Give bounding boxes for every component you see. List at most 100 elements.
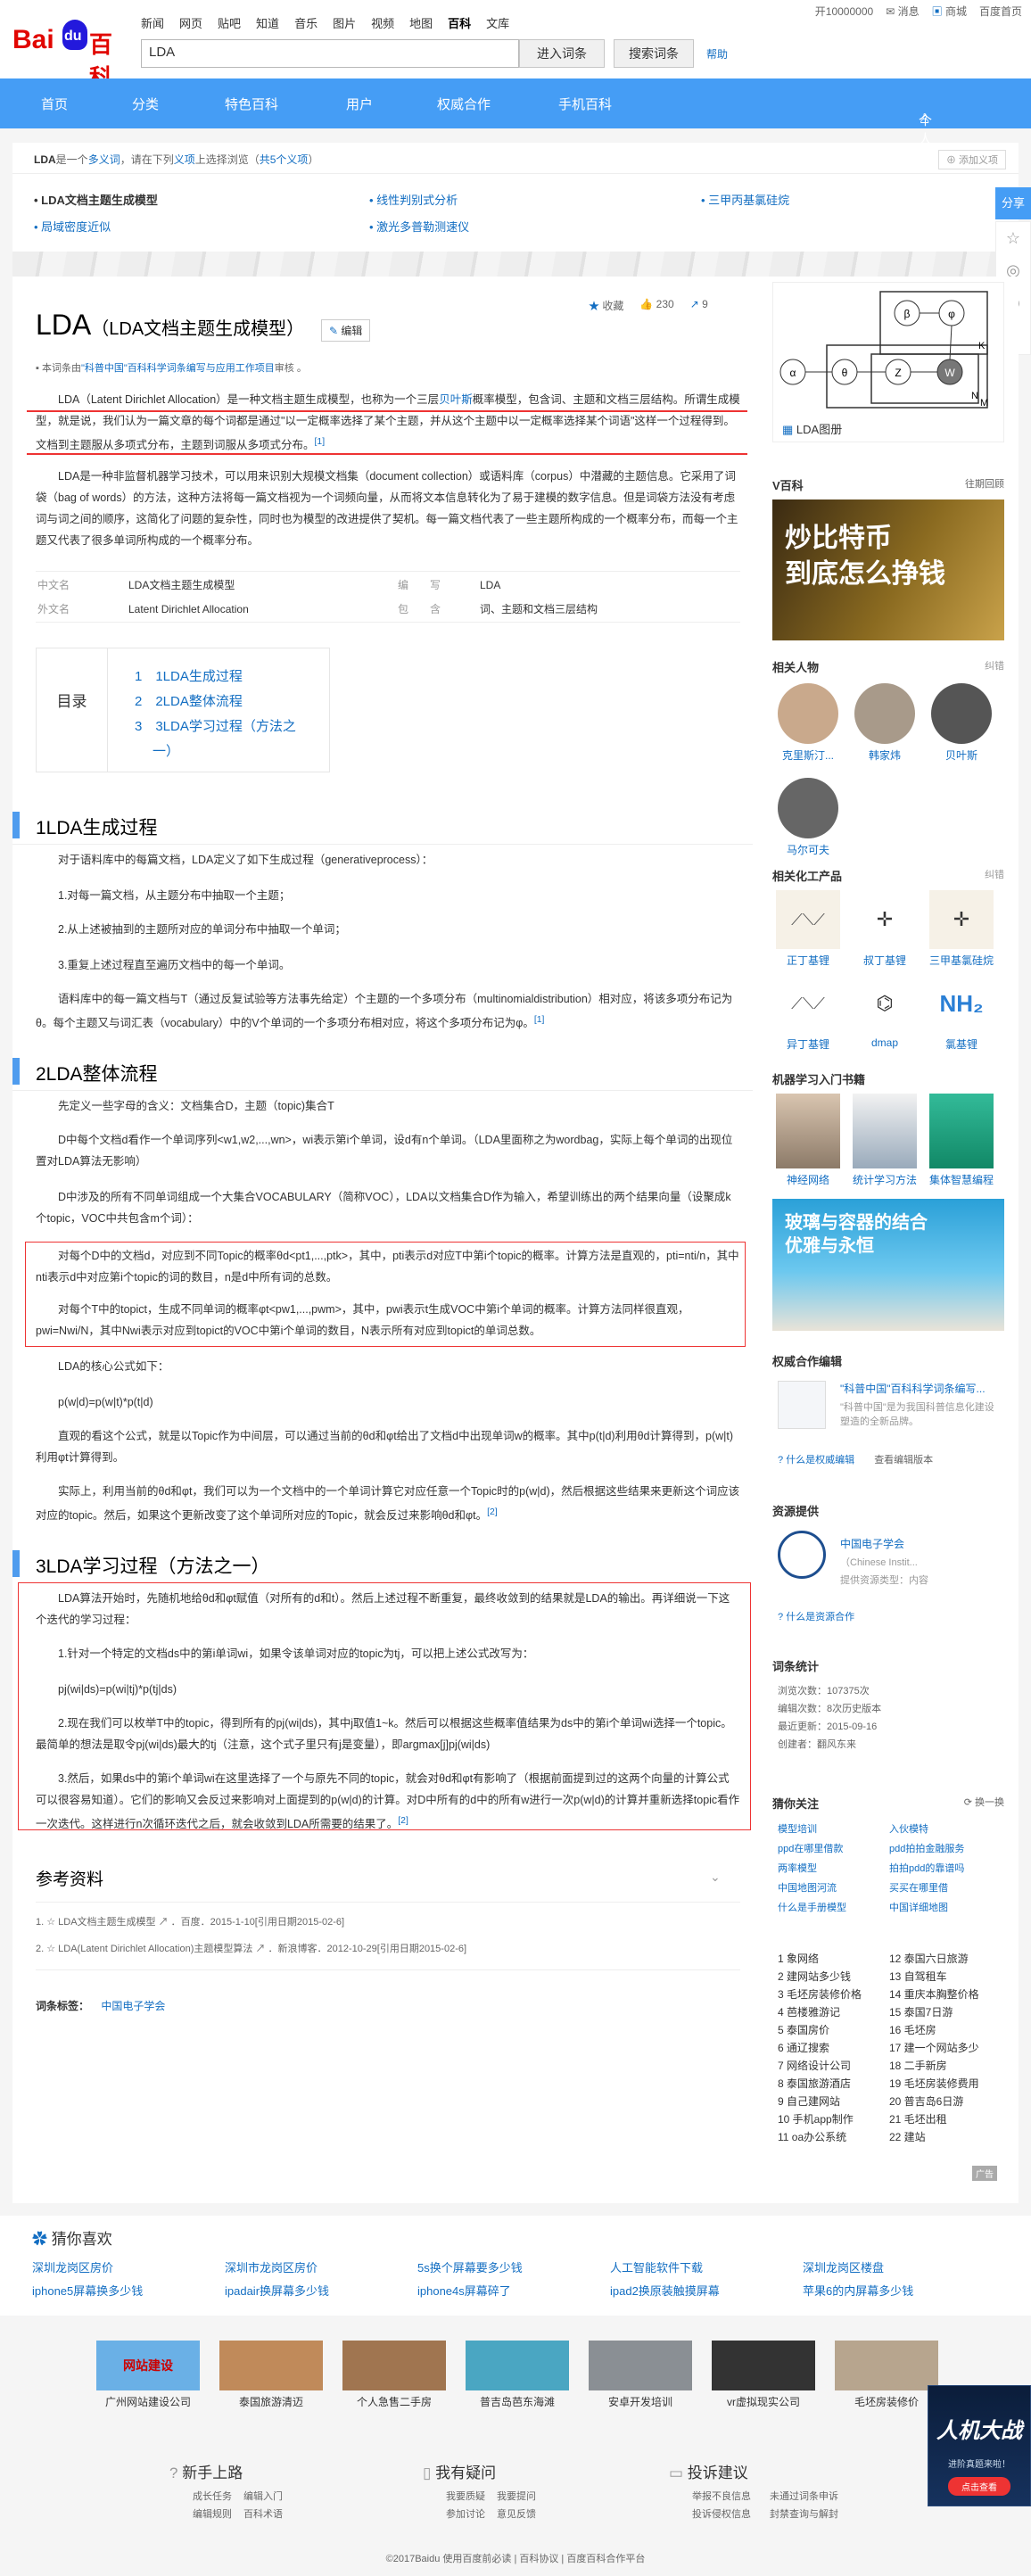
lda-diagram[interactable]: β φ α θ Z W K N M ▦ LDA图册 (772, 282, 1004, 442)
hot-item[interactable]: 中国详细地图 (889, 1898, 1001, 1918)
review-link[interactable]: "科普中国"百科科学词条编写与应用工作项目 (81, 363, 275, 374)
rank-item[interactable]: 9 自己建网站 (778, 2093, 889, 2110)
share-tab[interactable]: 分享 (995, 187, 1031, 219)
vbaike-banner[interactable]: 炒比特币 到底怎么挣钱 (772, 500, 1004, 640)
book-card[interactable]: 集体智慧编程 (926, 1094, 997, 1187)
report-link[interactable]: 纠错 (985, 867, 1004, 881)
ref-3-link[interactable]: [2] (398, 1816, 408, 1826)
help-link[interactable]: 百科术语 (243, 2506, 294, 2523)
rank-item[interactable]: 1 象网络 (778, 1950, 889, 1968)
pic-card[interactable]: vr虚拟现实公司 (712, 2341, 815, 2409)
reference-2[interactable]: 2. ☆ LDA(Latent Dirichlet Allocation)主题模… (36, 1941, 466, 1955)
chem-card[interactable]: ✛ 三甲基氯硅烷 (926, 890, 997, 968)
ref-1b-link[interactable]: [1] (534, 1015, 545, 1025)
all-senses-link[interactable]: 共5个义项 (260, 153, 309, 166)
hot-item[interactable]: 模型培训 (778, 1820, 889, 1839)
floating-ad[interactable]: 人机大战 进阶真题来啦！ 点击查看 (928, 2385, 1031, 2506)
guess-link[interactable]: iphone4s屏幕碎了 (417, 2280, 610, 2303)
guess-link[interactable]: ipad2换原装触摸屏幕 (610, 2280, 803, 2303)
menu-home[interactable]: 首页 (41, 95, 68, 113)
book-card[interactable]: 神经网络 (772, 1094, 844, 1187)
nav-wenku[interactable]: 文库 (486, 14, 509, 31)
rank-item[interactable]: 20 普吉岛6日游 (889, 2093, 1001, 2110)
menu-user[interactable]: 用户 (346, 95, 373, 113)
view-version-link[interactable]: 查看编辑版本 (874, 1452, 933, 1466)
menu-authority[interactable]: 权威合作 (437, 95, 491, 113)
help-link[interactable]: 投诉侵权信息 (692, 2506, 770, 2523)
rank-item[interactable]: 11 oa办公系统 (778, 2128, 889, 2146)
guess-link[interactable]: 5s换个屏幕要多少钱 (417, 2257, 610, 2280)
chem-card[interactable]: ✛ 叔丁基锂 (849, 890, 920, 968)
help-link[interactable]: 编辑规则 (193, 2506, 243, 2523)
rank-item[interactable]: 15 泰国7日游 (889, 2003, 1001, 2021)
hot-item[interactable]: 中国地图河流 (778, 1878, 889, 1898)
person-card[interactable]: 克里斯汀... (772, 683, 844, 763)
menu-category[interactable]: 分类 (132, 95, 159, 113)
ref-2-link[interactable]: [2] (487, 1507, 498, 1517)
nav-map[interactable]: 地图 (409, 14, 433, 31)
book-card[interactable]: 统计学习方法 (849, 1094, 920, 1187)
what-is-resource-link[interactable]: ? 什么是资源合作 (778, 1609, 854, 1623)
sense-item-density[interactable]: • 局域密度近似 (34, 218, 111, 235)
enter-entry-button[interactable]: 进入词条 (519, 39, 605, 68)
rank-item[interactable]: 12 泰国六日旅游 (889, 1950, 1001, 1968)
menu-mobile[interactable]: 手机百科 (558, 95, 612, 113)
sense-item-laser[interactable]: • 激光多普勒测速仪 (369, 218, 469, 235)
nav-web[interactable]: 网页 (179, 14, 202, 31)
help-link[interactable]: 参加讨论 (446, 2506, 497, 2523)
sense-link[interactable]: 义项 (174, 153, 195, 166)
share-count-button[interactable]: ↗ 9 (690, 298, 708, 313)
menu-featured[interactable]: 特色百科 (225, 95, 278, 113)
rank-item[interactable]: 3 毛坯房装修价格 (778, 1986, 889, 2003)
hot-item[interactable]: 拍拍pdd的靠谱吗 (889, 1859, 1001, 1878)
hot-item[interactable]: 什么是手册模型 (778, 1898, 889, 1918)
help-link[interactable]: 帮助 (706, 46, 728, 62)
pic-card[interactable]: 个人急售二手房 (342, 2341, 446, 2409)
float-ad-button[interactable]: 点击查看 (948, 2477, 1010, 2496)
stat-edits[interactable]: 编辑次数：8次历史版本 (778, 1700, 881, 1718)
rank-item[interactable]: 22 建站 (889, 2128, 1001, 2146)
pic-card[interactable]: 网站建设 广州网站建设公司 (96, 2341, 200, 2409)
baidu-home-link[interactable]: 百度首页 (979, 4, 1022, 19)
like-button[interactable]: 👍 230 (639, 298, 673, 313)
person-card[interactable]: 马尔可夫 (772, 778, 844, 857)
hot-item[interactable]: pdd拍拍金融服务 (889, 1839, 1001, 1859)
rank-item[interactable]: 5 泰国房价 (778, 2021, 889, 2039)
guess-link[interactable]: 深圳市龙岗区房价 (225, 2257, 417, 2280)
rank-item[interactable]: 8 泰国旅游酒店 (778, 2075, 889, 2093)
hot-item[interactable]: 两率模型 (778, 1859, 889, 1878)
auth-name-link[interactable]: "科普中国"百科科学词条编写... (840, 1383, 986, 1395)
message-link[interactable]: ✉ 消息 (886, 4, 919, 19)
help-link[interactable]: 我要提问 (497, 2488, 548, 2506)
hot-item[interactable]: 入伙模特 (889, 1820, 1001, 1839)
help-link[interactable]: 编辑入门 (243, 2488, 294, 2506)
polysemy-link[interactable]: 多义词 (88, 153, 120, 166)
rank-item[interactable]: 6 通辽搜索 (778, 2039, 889, 2057)
add-sense-button[interactable]: ⊕ 添加义项 (937, 150, 1006, 169)
nav-zhidao[interactable]: 知道 (256, 14, 279, 31)
guess-link[interactable]: 深圳龙岗区楼盘 (803, 2257, 995, 2280)
star-icon[interactable]: ☆ (996, 222, 1030, 254)
mall-link[interactable]: ▣ 商城 (932, 4, 967, 19)
rank-item[interactable]: 7 网络设计公司 (778, 2057, 889, 2075)
toc-item-3-cont[interactable]: 一） (135, 739, 296, 764)
what-is-authority-link[interactable]: ? 什么是权威编辑 (778, 1452, 854, 1466)
bayes-link[interactable]: 贝叶斯 (439, 393, 473, 406)
rank-item[interactable]: 10 手机app制作 (778, 2110, 889, 2128)
pic-card[interactable]: 安卓开发培训 (589, 2341, 692, 2409)
person-card[interactable]: 贝叶斯 (926, 683, 997, 763)
rank-item[interactable]: 13 自驾租车 (889, 1968, 1001, 1986)
collapse-icon[interactable]: ⌄ (710, 1870, 721, 1885)
help-link[interactable]: 成长任务 (193, 2488, 243, 2506)
guess-link[interactable]: ipadair换屏幕多少钱 (225, 2280, 417, 2303)
help-link[interactable]: 未通过词条申诉 (770, 2488, 847, 2506)
sense-item-silane[interactable]: • 三甲丙基氯硅烷 (701, 191, 789, 208)
change-batch-button[interactable]: ⟳ 换一换 (964, 1795, 1004, 1809)
rank-item[interactable]: 19 毛坯房装修费用 (889, 2075, 1001, 2093)
chem-card[interactable]: NH₂ 氯基锂 (926, 974, 997, 1052)
sense-item-lda[interactable]: • LDA文档主题生成模型 (34, 191, 158, 208)
guess-link[interactable]: 人工智能软件下载 (610, 2257, 803, 2280)
toc-item-2[interactable]: 2 2LDA整体流程 (135, 689, 296, 714)
chem-card[interactable]: ⌬ dmap (849, 974, 920, 1049)
stat-creator[interactable]: 创建者：翻风东来 (778, 1736, 881, 1754)
